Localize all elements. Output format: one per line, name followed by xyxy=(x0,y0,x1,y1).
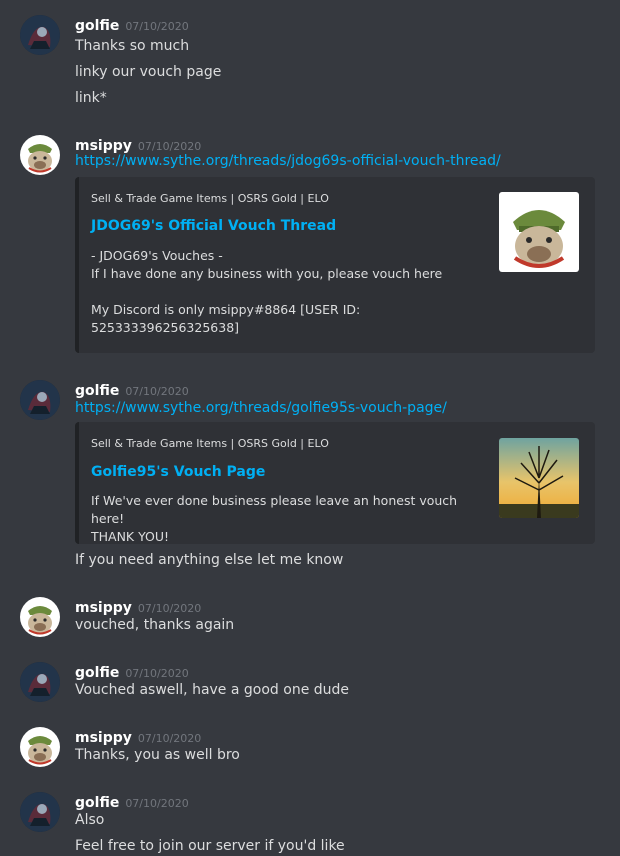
message-header: golfie 07/10/2020 xyxy=(75,15,189,35)
msippy-avatar[interactable] xyxy=(20,727,60,767)
embed-description: - JDOG69's Vouches - If I have done any … xyxy=(91,248,443,335)
timestamp: 07/10/2020 xyxy=(137,140,202,153)
golfie-avatar[interactable] xyxy=(20,792,60,832)
message-header: golfie 07/10/2020 xyxy=(75,380,189,400)
message-header: msippy 07/10/2020 xyxy=(75,135,201,155)
message: golfie 07/10/2020 Vouched aswell, have a … xyxy=(0,662,620,707)
message-text: Vouched aswell, have a good one dude xyxy=(75,682,350,698)
golfie-avatar[interactable] xyxy=(20,662,60,702)
message-text: Thanks, you as well bro xyxy=(75,747,240,763)
message: golfie 07/10/2020 https://www.sythe.org/t… xyxy=(0,380,620,575)
embed-description: If We've ever done business please leave… xyxy=(91,493,458,544)
timestamp: 07/10/2020 xyxy=(125,385,189,398)
message: msippy 07/10/2020 https://www.sythe.org/t… xyxy=(0,135,620,355)
thread-link[interactable]: https://www.sythe.org/threads/golfie95s-… xyxy=(75,400,447,416)
timestamp: 07/10/2020 xyxy=(137,602,202,615)
username[interactable]: msippy xyxy=(75,138,132,154)
message-text: vouched, thanks again xyxy=(75,617,235,633)
embed-title[interactable]: Golfie95's Vouch Page xyxy=(91,464,265,480)
embed-provider[interactable]: Sell & Trade Game Items | OSRS Gold | EL… xyxy=(91,437,329,450)
embed-title[interactable]: JDOG69's Official Vouch Thread xyxy=(91,218,336,234)
embed-thumbnail[interactable] xyxy=(499,438,579,518)
message-text: Thanks so much xyxy=(75,38,190,54)
message-text: If you need anything else let me know xyxy=(75,552,344,568)
link-embed: Sell & Trade Game Items | OSRS Gold | EL… xyxy=(75,422,595,544)
embed-thumbnail[interactable] xyxy=(499,192,579,272)
msippy-avatar[interactable] xyxy=(20,135,60,175)
timestamp: 07/10/2020 xyxy=(137,732,202,745)
message-text: Also xyxy=(75,812,105,828)
message-text: linky our vouch page xyxy=(75,64,222,80)
timestamp: 07/10/2020 xyxy=(125,20,189,33)
message: golfie 07/10/2020 Thanks so much linky ou… xyxy=(0,15,620,110)
username[interactable]: golfie xyxy=(75,665,119,681)
msippy-avatar[interactable] xyxy=(20,597,60,637)
message: golfie 07/10/2020 Also Feel free to join … xyxy=(0,792,620,856)
golfie-avatar[interactable] xyxy=(20,380,60,420)
username[interactable]: msippy xyxy=(75,730,132,746)
timestamp: 07/10/2020 xyxy=(125,667,189,680)
message-header: golfie 07/10/2020 xyxy=(75,662,189,682)
link-embed: Sell & Trade Game Items | OSRS Gold | EL… xyxy=(75,177,595,353)
username[interactable]: golfie xyxy=(75,18,119,34)
thread-link[interactable]: https://www.sythe.org/threads/jdog69s-of… xyxy=(75,153,501,169)
message-text: link* xyxy=(75,90,107,106)
embed-provider[interactable]: Sell & Trade Game Items | OSRS Gold | EL… xyxy=(91,192,329,205)
message-header: golfie 07/10/2020 xyxy=(75,792,189,812)
timestamp: 07/10/2020 xyxy=(125,797,189,810)
message: msippy 07/10/2020 vouched, thanks again xyxy=(0,597,620,642)
message-text: Feel free to join our server if you'd li… xyxy=(75,838,345,854)
golfie-avatar[interactable] xyxy=(20,15,60,55)
username[interactable]: golfie xyxy=(75,383,119,399)
username[interactable]: golfie xyxy=(75,795,119,811)
message: msippy 07/10/2020 Thanks, you as well bro xyxy=(0,727,620,772)
message-header: msippy 07/10/2020 xyxy=(75,727,201,747)
username[interactable]: msippy xyxy=(75,600,132,616)
message-header: msippy 07/10/2020 xyxy=(75,597,201,617)
